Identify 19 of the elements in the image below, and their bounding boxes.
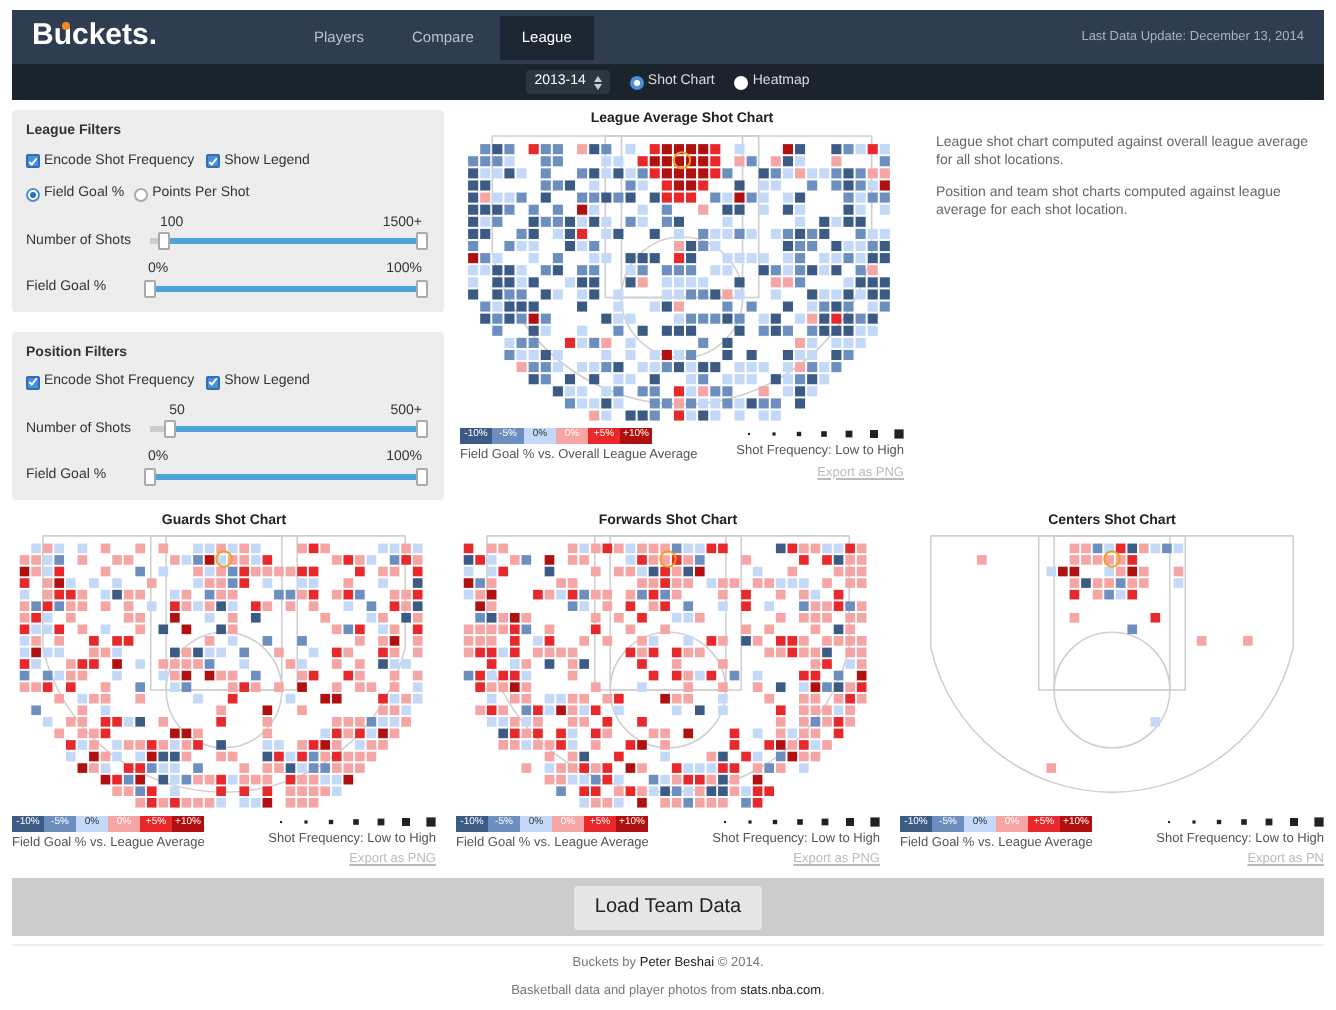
radio-button[interactable] xyxy=(629,75,644,89)
checkbox[interactable] xyxy=(26,375,40,390)
checkbox[interactable] xyxy=(206,154,221,169)
slider-handle[interactable] xyxy=(416,232,428,251)
load-team-button[interactable]: Load Team Data xyxy=(574,885,762,930)
slider-handle[interactable] xyxy=(163,420,176,439)
slider-handle[interactable] xyxy=(144,279,156,298)
radio-button[interactable] xyxy=(134,187,149,202)
sort-icon xyxy=(593,75,602,89)
radio-button[interactable] xyxy=(734,75,749,89)
checkbox[interactable] xyxy=(26,154,40,169)
checkbox[interactable] xyxy=(206,375,221,390)
logo: Buckets. xyxy=(32,16,160,57)
slider-handle[interactable] xyxy=(157,232,170,251)
slider-handle[interactable] xyxy=(144,467,156,486)
radio-button[interactable] xyxy=(26,187,40,202)
slider-handle[interactable] xyxy=(416,420,428,439)
slider-handle[interactable] xyxy=(416,279,428,298)
slider-handle[interactable] xyxy=(416,467,428,486)
